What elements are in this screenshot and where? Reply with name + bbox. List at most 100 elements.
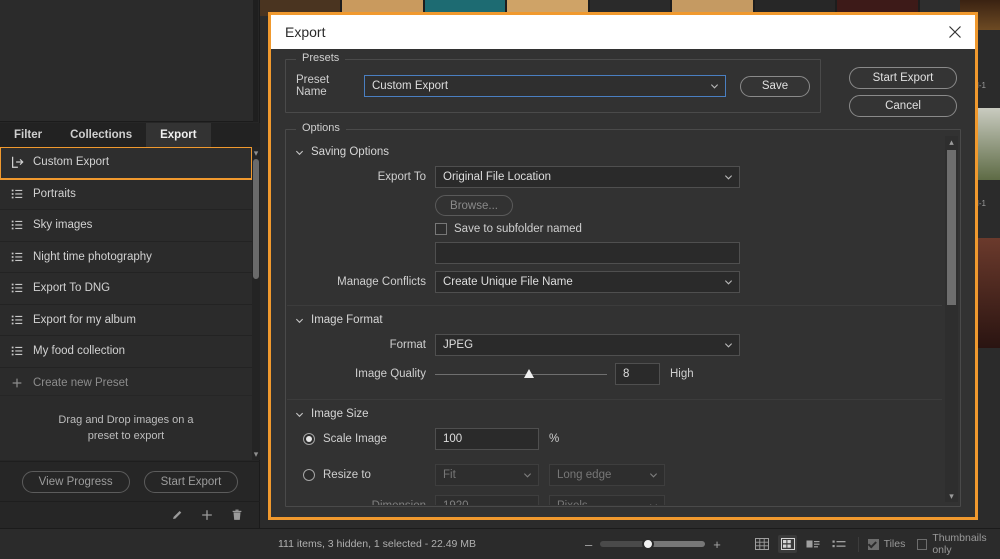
image-quality-row: Image Quality 8 High	[287, 363, 942, 385]
section-title: Saving Options	[311, 146, 389, 158]
tab-export[interactable]: Export	[146, 123, 211, 147]
zoom-in-icon[interactable]: +	[713, 538, 721, 551]
image-quality-input[interactable]: 8	[615, 363, 660, 385]
dialog-title-bar: Export	[271, 15, 975, 49]
export-to-row: Export To Original File Location	[287, 166, 942, 188]
preset-item-export-to-dng[interactable]: Export To DNG	[0, 273, 252, 305]
cancel-button[interactable]: Cancel	[849, 95, 957, 117]
options-scrollbar-thumb[interactable]	[947, 150, 956, 305]
preset-label: Export for my album	[33, 313, 136, 326]
preset-label: Custom Export	[33, 156, 110, 169]
edit-pencil-icon[interactable]	[170, 508, 184, 522]
list-icon	[11, 283, 23, 293]
export-to-select[interactable]: Original File Location	[435, 166, 740, 188]
subfolder-name-input[interactable]	[435, 242, 740, 264]
preset-list-scrollbar[interactable]: ▾ ▾	[252, 147, 260, 460]
zoom-slider-knob[interactable]	[642, 538, 655, 550]
zoom-control: – +	[585, 538, 721, 551]
chevron-down-icon[interactable]	[295, 148, 304, 157]
list-icon	[11, 220, 23, 230]
format-row: Format JPEG	[287, 334, 942, 356]
sidebar-top-scrollbar[interactable]	[253, 0, 258, 122]
add-plus-icon[interactable]	[200, 508, 214, 522]
application-window: ⊘★ RPH-1 ⊘★ RPH-1 Filter Collections Exp…	[0, 0, 1000, 559]
scroll-down-icon[interactable]: ▾	[252, 448, 260, 460]
resize-edge-select[interactable]: Long edge	[549, 464, 665, 486]
scale-image-radio[interactable]	[303, 433, 315, 445]
options-scroll-content: Saving Options Export To Original File L…	[287, 138, 942, 505]
format-select[interactable]: JPEG	[435, 334, 740, 356]
view-mode-controls: Tiles Thumbnails only	[752, 532, 1000, 556]
tab-label: Filter	[14, 129, 43, 141]
presets-legend: Presets	[296, 52, 346, 64]
tab-collections[interactable]: Collections	[56, 123, 146, 147]
zoom-out-icon[interactable]: –	[585, 538, 592, 551]
list-view-icon	[832, 540, 846, 547]
tiles-checkbox-group[interactable]: Tiles	[867, 538, 905, 550]
delete-trash-icon[interactable]	[230, 508, 244, 522]
resize-to-radio[interactable]	[303, 469, 315, 481]
chevron-down-icon	[649, 473, 658, 478]
preset-item-custom-export[interactable]: Custom Export	[0, 147, 252, 180]
preset-name-select[interactable]: Custom Export	[364, 75, 726, 97]
image-quality-slider[interactable]	[435, 368, 607, 380]
divider	[857, 536, 859, 552]
sidebar-start-export-button[interactable]: Start Export	[143, 470, 239, 493]
dimension-unit-select[interactable]: Pixels	[549, 495, 665, 505]
preset-item-export-for-my-album[interactable]: Export for my album	[0, 305, 252, 336]
dimension-value: 1920	[443, 500, 469, 505]
scrollbar-thumb[interactable]	[253, 159, 259, 279]
manage-conflicts-row: Manage Conflicts Create Unique File Name	[287, 271, 942, 293]
image-format-header[interactable]: Image Format	[287, 312, 942, 334]
detail-view-icon	[806, 540, 820, 547]
chevron-down-icon[interactable]	[295, 316, 304, 325]
resize-edge-value: Long edge	[557, 469, 612, 481]
browse-button[interactable]: Browse...	[435, 195, 513, 216]
chevron-down-icon	[650, 504, 657, 505]
image-quality-slider-knob[interactable]	[524, 369, 534, 378]
grid-view-button[interactable]	[752, 535, 772, 553]
preset-name-label: Preset Name	[296, 74, 330, 98]
preset-item-create-new-preset[interactable]: Create new Preset	[0, 368, 252, 396]
manage-conflicts-label: Manage Conflicts	[337, 276, 426, 288]
save-to-subfolder-checkbox[interactable]	[435, 223, 447, 235]
list-view-button[interactable]	[829, 535, 849, 553]
drag-drop-hint: Drag and Drop images on a preset to expo…	[0, 396, 252, 460]
preset-item-my-food-collection[interactable]: My food collection	[0, 336, 252, 368]
view-progress-button[interactable]: View Progress	[21, 470, 130, 493]
preset-item-portraits[interactable]: Portraits	[0, 179, 252, 210]
preset-item-sky-images[interactable]: Sky images	[0, 210, 252, 242]
saving-options-header[interactable]: Saving Options	[287, 144, 942, 166]
scroll-up-icon[interactable]: ▴	[945, 136, 958, 148]
preset-label: Sky images	[33, 219, 93, 232]
dimension-input[interactable]: 1920	[435, 495, 539, 505]
list-icon	[11, 346, 23, 356]
save-preset-button[interactable]: Save	[740, 75, 810, 97]
tiles-view-button[interactable]	[777, 535, 798, 553]
image-size-header[interactable]: Image Size	[287, 406, 942, 428]
start-export-button[interactable]: Start Export	[849, 67, 957, 89]
sidebar-tabs: Filter Collections Export	[0, 123, 260, 147]
preset-label: My food collection	[33, 345, 126, 358]
zoom-slider[interactable]	[600, 538, 706, 550]
export-dialog: Export Presets Preset Name Custom Export	[268, 12, 978, 520]
tiles-checkbox[interactable]	[867, 538, 879, 550]
chevron-down-icon[interactable]	[295, 410, 304, 419]
thumbnails-only-checkbox-group[interactable]: Thumbnails only	[917, 532, 1000, 556]
scroll-down-icon[interactable]: ▾	[945, 490, 958, 502]
scale-image-input[interactable]: 100	[435, 428, 539, 450]
thumbnails-only-checkbox[interactable]	[917, 538, 928, 550]
preset-name-value: Custom Export	[372, 80, 449, 92]
options-scrollbar[interactable]: ▴ ▾	[945, 136, 958, 502]
scroll-up-icon[interactable]: ▾	[252, 147, 260, 159]
image-quality-value: 8	[623, 368, 630, 380]
dialog-title: Export	[285, 24, 326, 40]
detail-view-button[interactable]	[803, 535, 823, 553]
manage-conflicts-select[interactable]: Create Unique File Name	[435, 271, 740, 293]
tab-filter[interactable]: Filter	[0, 123, 56, 147]
resize-mode-select[interactable]: Fit	[435, 464, 539, 486]
browse-row: Browse...	[287, 195, 942, 216]
preset-item-night-time-photography[interactable]: Night time photography	[0, 242, 252, 273]
image-quality-note: High	[670, 368, 694, 380]
close-icon[interactable]	[945, 22, 965, 42]
